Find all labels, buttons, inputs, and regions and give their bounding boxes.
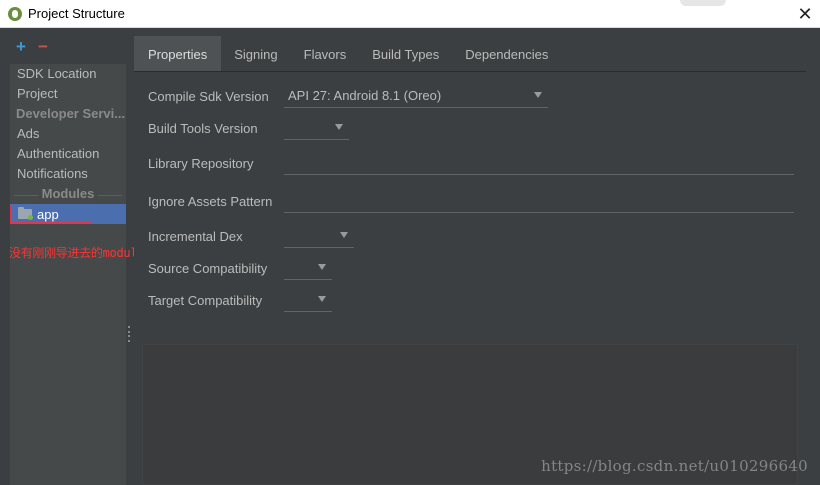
sidebar-header-developer-services: Developer Servi...: [16, 106, 126, 121]
tab-divider: [134, 71, 806, 72]
sidebar-item-authentication[interactable]: Authentication: [10, 144, 126, 164]
incremental-dex-dropdown[interactable]: [284, 224, 354, 248]
tab-bar: Properties Signing Flavors Build Types D…: [134, 36, 561, 72]
splitter-handle[interactable]: [128, 326, 132, 342]
compile-sdk-label: Compile Sdk Version: [148, 88, 269, 104]
tab-dependencies[interactable]: Dependencies: [452, 36, 561, 72]
build-tools-row: Build Tools Version: [148, 116, 349, 140]
sidebar-item-notifications[interactable]: Notifications: [10, 164, 126, 184]
ignore-assets-label: Ignore Assets Pattern: [148, 193, 273, 209]
remove-icon[interactable]: −: [38, 38, 48, 55]
tab-signing[interactable]: Signing: [221, 36, 290, 72]
decorative-shape: [680, 0, 726, 6]
sidebar-item-ads[interactable]: Ads: [10, 124, 126, 144]
compile-sdk-row: Compile Sdk Version API 27: Android 8.1 …: [148, 84, 548, 108]
ignore-assets-row: Ignore Assets Pattern: [148, 189, 794, 213]
annotation-text: 没有刚刚导进去的module: [9, 246, 145, 260]
source-compat-label: Source Compatibility: [148, 260, 268, 276]
ignore-assets-field[interactable]: [284, 189, 794, 213]
module-label: app: [37, 206, 59, 222]
chevron-down-icon: [534, 92, 542, 98]
source-compat-dropdown[interactable]: [284, 256, 332, 280]
sidebar-toolbar: + −: [10, 28, 126, 64]
target-compat-label: Target Compatibility: [148, 292, 263, 308]
tab-properties[interactable]: Properties: [134, 36, 222, 72]
sidebar-item-project[interactable]: Project: [10, 84, 126, 104]
compile-sdk-value: API 27: Android 8.1 (Oreo): [288, 88, 442, 103]
build-tools-label: Build Tools Version: [148, 120, 258, 136]
tab-flavors[interactable]: Flavors: [291, 36, 360, 72]
highlight-box: app: [10, 205, 92, 223]
target-compat-dropdown[interactable]: [284, 288, 332, 312]
source-compat-row: Source Compatibility: [148, 256, 332, 280]
chevron-down-icon: [340, 232, 348, 238]
incremental-dex-label: Incremental Dex: [148, 228, 243, 244]
watermark-text: https://blog.csdn.net/u010296640: [541, 457, 808, 475]
library-repo-label: Library Repository: [148, 155, 254, 171]
chevron-down-icon: [335, 124, 343, 130]
compile-sdk-dropdown[interactable]: API 27: Android 8.1 (Oreo): [284, 84, 548, 108]
modules-separator: Modules: [14, 184, 122, 204]
add-icon[interactable]: +: [16, 38, 26, 55]
target-compat-row: Target Compatibility: [148, 288, 332, 312]
chevron-down-icon: [318, 264, 326, 270]
module-folder-icon: [18, 207, 33, 220]
main-panel: Properties Signing Flavors Build Types D…: [134, 28, 820, 485]
close-icon[interactable]: ✕: [790, 0, 820, 28]
library-repo-field[interactable]: [284, 151, 794, 175]
library-repo-row: Library Repository: [148, 151, 794, 175]
modules-header: Modules: [38, 184, 98, 204]
incremental-dex-row: Incremental Dex: [148, 224, 354, 248]
chevron-down-icon: [318, 296, 326, 302]
sidebar-item-module-app[interactable]: app: [10, 204, 126, 224]
sidebar-item-sdk-location[interactable]: SDK Location: [10, 64, 126, 84]
android-studio-icon: [8, 6, 22, 21]
title-bar: Project Structure ✕: [0, 0, 820, 28]
build-tools-dropdown[interactable]: [284, 116, 349, 140]
window-title: Project Structure: [28, 6, 125, 21]
tab-build-types[interactable]: Build Types: [359, 36, 452, 72]
